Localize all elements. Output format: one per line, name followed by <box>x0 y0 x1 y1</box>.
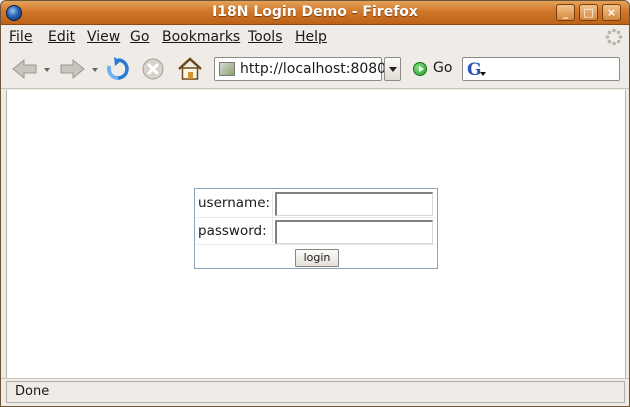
minimize-icon: _ <box>562 6 569 19</box>
reload-icon[interactable] <box>105 56 131 82</box>
menu-file-label: File <box>9 29 33 45</box>
menu-go[interactable]: Go <box>130 29 149 45</box>
maximize-button[interactable]: □ <box>579 4 598 21</box>
status-text: Done <box>15 384 50 399</box>
navigation-toolbar: http://localhost:8080/ Go G <box>1 49 629 89</box>
back-history-dropdown-icon[interactable] <box>44 68 50 72</box>
menu-go-label: Go <box>130 29 150 45</box>
menu-file[interactable]: File <box>9 29 32 45</box>
go-label: Go <box>433 60 453 76</box>
menu-help[interactable]: Help <box>295 29 327 45</box>
chevron-down-icon <box>389 67 397 72</box>
url-history-dropdown[interactable] <box>384 57 401 81</box>
close-icon: × <box>606 6 617 19</box>
username-label: username: <box>198 191 272 215</box>
window-title: I18N Login Demo - Firefox <box>212 4 418 20</box>
row-divider <box>197 217 435 218</box>
activity-throbber-icon <box>605 28 623 46</box>
username-field[interactable] <box>275 192 433 216</box>
password-label: password: <box>198 219 272 243</box>
menu-bar: File Edit View Go Bookmarks Tools Help <box>1 26 629 49</box>
menu-edit-label: Edit <box>48 29 76 45</box>
minimize-button[interactable]: _ <box>556 4 575 21</box>
menu-tools[interactable]: Tools <box>248 29 283 45</box>
menu-bookmarks[interactable]: Bookmarks <box>162 29 240 45</box>
menu-bookmarks-label: Bookmarks <box>162 29 241 45</box>
home-icon[interactable] <box>176 55 204 83</box>
login-form: username: password: login <box>194 188 438 269</box>
url-bar[interactable]: http://localhost:8080/ <box>214 57 391 81</box>
password-field[interactable] <box>275 220 433 244</box>
menu-tools-label: Tools <box>248 29 283 45</box>
status-panel: Done <box>6 381 625 403</box>
page-content: username: password: login <box>6 90 626 378</box>
go-arrow-icon <box>413 62 427 76</box>
status-bar: Done <box>1 378 629 406</box>
close-button[interactable]: × <box>602 4 621 21</box>
forward-arrow-icon[interactable] <box>58 58 86 80</box>
title-bar[interactable]: I18N Login Demo - Firefox _ □ × <box>1 1 629 25</box>
browser-window: I18N Login Demo - Firefox _ □ × File Edi… <box>0 0 630 407</box>
menu-view-label: View <box>87 29 121 45</box>
menu-view[interactable]: View <box>87 29 120 45</box>
forward-history-dropdown-icon[interactable] <box>92 68 98 72</box>
back-arrow-icon[interactable] <box>11 58 39 80</box>
search-engine-dropdown-icon[interactable] <box>480 72 486 76</box>
stop-icon[interactable] <box>141 57 165 81</box>
row-divider <box>197 244 435 245</box>
login-button[interactable]: login <box>295 249 339 267</box>
google-search-engine-icon[interactable]: G <box>467 60 482 80</box>
search-bar[interactable]: G <box>462 57 620 81</box>
page-favicon-icon <box>219 62 235 76</box>
maximize-icon: □ <box>583 6 594 19</box>
menu-help-label: Help <box>295 29 327 45</box>
url-text[interactable]: http://localhost:8080/ <box>240 61 391 77</box>
menu-edit[interactable]: Edit <box>48 29 75 45</box>
